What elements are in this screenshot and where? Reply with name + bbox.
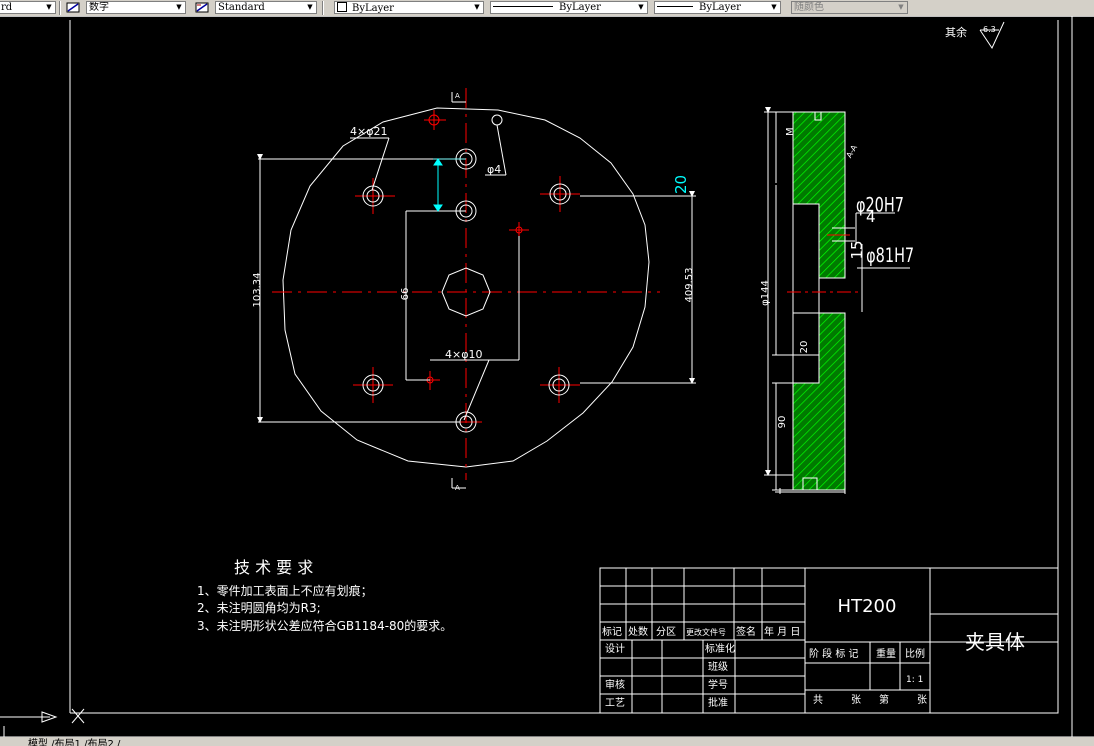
tb-scale-label: 比例: [905, 647, 925, 660]
dimension-20-cyan: [433, 158, 466, 212]
tb-sheet-unit2: 张: [917, 694, 927, 706]
chevron-down-icon[interactable]: ▼: [636, 2, 646, 13]
lineweight-preview: [657, 6, 693, 7]
tech-req-1: 1、零件加工表面上不应有划痕；: [197, 583, 373, 598]
title-block: HT200 夹具体 标记 处数 分区 更改文件号 签名 年 月 日 设计 标准化…: [599, 567, 1059, 714]
tb-standard: 标准化: [705, 642, 735, 655]
tb-sheet-no: 第: [879, 693, 889, 706]
dim-thread: M: [785, 127, 796, 136]
dim-dia-144: φ144: [760, 280, 771, 306]
dim-height-left: 103.34: [252, 273, 263, 308]
text-style-dropdown[interactable]: rd ▼: [0, 1, 56, 14]
properties-toolbar: rd ▼ 数字 ▼ Standard ▼ ByLayer ▼ ByLayer ▼…: [0, 0, 1094, 17]
toolbar-separator: [322, 1, 324, 15]
tb-weight: 重量: [876, 647, 896, 660]
layout-tabs-bar: 模型 /布局1 /布局2 /: [0, 737, 1094, 746]
linetype-dropdown[interactable]: ByLayer ▼: [490, 1, 648, 14]
chevron-down-icon[interactable]: ▼: [305, 2, 315, 13]
tb-sheets-total: 共: [813, 694, 823, 706]
crosshair-icon: [71, 708, 85, 724]
linetype-value: ByLayer: [559, 2, 601, 13]
font-dropdown[interactable]: 数字 ▼: [86, 1, 186, 14]
tb-scale: 1: 1: [906, 675, 923, 685]
tech-req-3: 3、未注明形状公差应符合GB1184-80的要求。: [197, 618, 452, 633]
section-mark-top: A: [455, 92, 460, 100]
layer-value: ByLayer: [352, 3, 394, 14]
ucs-icon: [0, 711, 58, 737]
tb-review: 审核: [605, 678, 625, 691]
dim-hole-4: φ4: [487, 163, 501, 176]
dim-bore-20: φ20H7: [856, 195, 904, 218]
plot-style-value: 随颜色: [794, 2, 824, 13]
section-view: [787, 111, 862, 491]
text-style-value: rd: [1, 2, 13, 13]
dim-style-value: Standard: [218, 2, 265, 13]
chevron-down-icon[interactable]: ▼: [44, 2, 54, 13]
tb-class: 班级: [708, 661, 728, 673]
dim-90: 90: [777, 416, 788, 429]
dim-inner-66: 66: [400, 288, 411, 301]
color-swatch-icon: [337, 2, 347, 12]
dimension-style-icon[interactable]: [195, 1, 209, 14]
dim-style-icon[interactable]: [66, 1, 80, 14]
lineweight-dropdown[interactable]: ByLayer ▼: [654, 1, 781, 14]
tech-req-2: 2、未注明圆角均为R3;: [197, 600, 321, 615]
chevron-down-icon[interactable]: ▼: [472, 2, 482, 13]
dim-20: 20: [799, 341, 810, 354]
material-label: HT200: [838, 596, 897, 617]
drawing-canvas[interactable]: 其余 6.3 A A 4×φ21 φ4 20 103.34 66 4×φ10 4…: [0, 16, 1094, 737]
dim-style-dropdown[interactable]: Standard ▼: [215, 1, 317, 14]
dim-bore-81: φ81H7: [866, 245, 914, 268]
tb-stage-mark: 阶 段 标 记: [809, 647, 859, 660]
tb-student-no: 学号: [708, 678, 728, 691]
chevron-down-icon[interactable]: ▼: [769, 2, 779, 13]
tb-craft: 工艺: [605, 697, 625, 709]
plot-style-dropdown[interactable]: 随颜色 ▼: [791, 1, 908, 14]
dim-15: 15: [848, 240, 866, 259]
tb-date: 年 月 日: [764, 625, 800, 638]
toolbar-separator: [59, 1, 61, 15]
dim-height-right: 409.53: [684, 268, 695, 303]
technical-requirements: 技 术 要 求 1、零件加工表面上不应有划痕； 2、未注明圆角均为R3; 3、未…: [197, 558, 452, 633]
part-name: 夹具体: [965, 630, 1025, 654]
dim-offset-20: 20: [672, 175, 690, 194]
section-note: A-A: [845, 143, 860, 160]
dim-holes-10: 4×φ10: [445, 348, 482, 361]
tech-title: 技 术 要 求: [234, 558, 313, 577]
layout-tabs[interactable]: 模型 /布局1 /布局2 /: [28, 737, 120, 746]
lineweight-value: ByLayer: [699, 2, 741, 13]
plan-dimensions: [257, 92, 696, 489]
plan-view: [272, 88, 660, 480]
dim-4: 4: [866, 208, 876, 226]
dim-holes-21: 4×φ21: [350, 125, 387, 138]
tb-approve: 批准: [708, 696, 728, 709]
tb-doc-no: 更改文件号: [686, 627, 726, 637]
section-mark-bottom: A: [455, 484, 460, 492]
chevron-down-icon[interactable]: ▼: [896, 2, 906, 13]
layer-dropdown[interactable]: ByLayer ▼: [334, 1, 484, 14]
tb-mark: 标记: [602, 626, 622, 638]
tb-qty: 处数: [628, 625, 648, 638]
chevron-down-icon[interactable]: ▼: [174, 2, 184, 13]
tb-design: 设计: [605, 642, 625, 655]
tb-zone: 分区: [656, 626, 676, 638]
font-value: 数字: [89, 2, 109, 13]
tb-sheet-unit: 张: [851, 694, 861, 706]
roughness-label: 其余: [945, 25, 967, 39]
tb-sign: 签名: [736, 625, 756, 638]
linetype-preview: [493, 6, 553, 7]
roughness-value: 6.3: [983, 25, 996, 34]
